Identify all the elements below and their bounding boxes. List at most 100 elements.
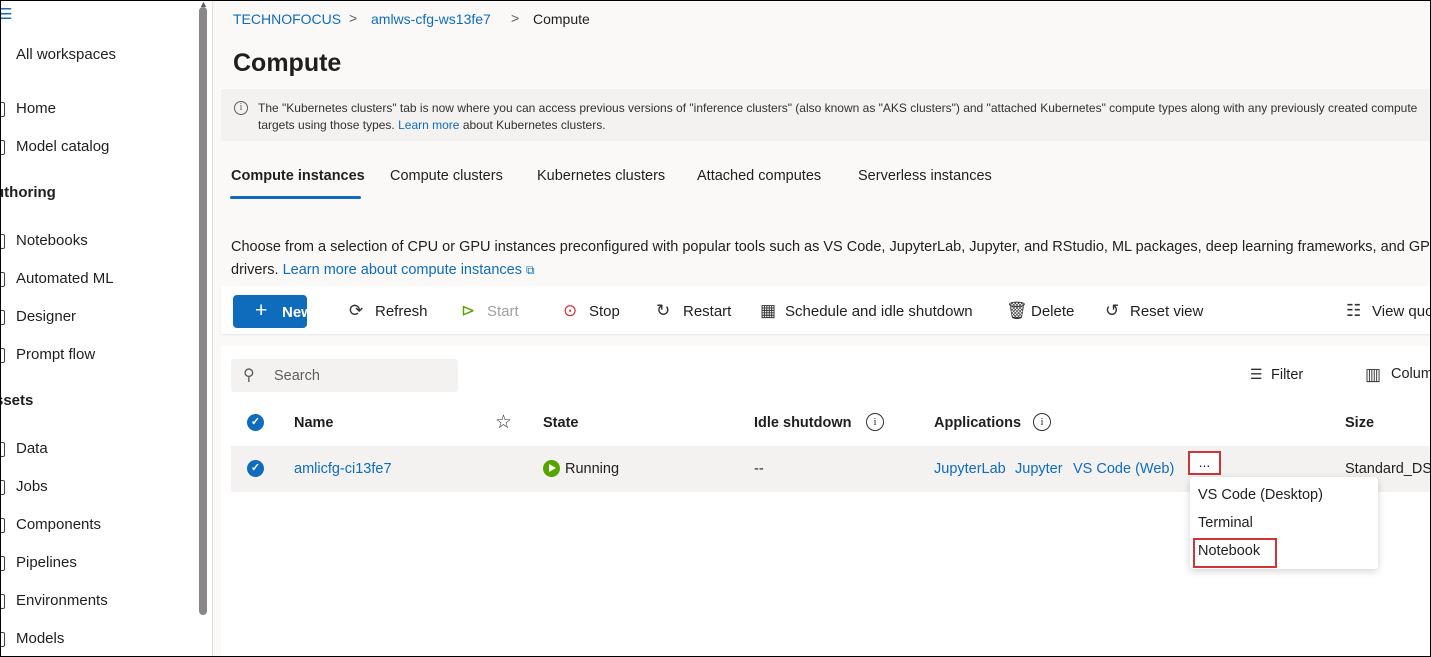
star-icon[interactable]: ☆: [495, 411, 512, 434]
sidebar-item-components[interactable]: Components: [16, 516, 101, 533]
command-bar: + New ⟳ Refresh ⊳ Start ⊙ Stop ↻ Restart…: [221, 286, 1430, 334]
sidebar-item-data[interactable]: Data: [16, 440, 48, 457]
breadcrumb-org[interactable]: TECHNOFOCUS: [233, 11, 341, 27]
idle-shutdown-info-icon[interactable]: i: [866, 413, 884, 431]
filter-icon: ☰: [1250, 366, 1263, 382]
new-button[interactable]: + New: [233, 295, 313, 328]
start-button[interactable]: Start: [487, 303, 519, 320]
tab-compute-clusters[interactable]: Compute clusters: [390, 168, 503, 184]
notebooks-icon: [1, 234, 5, 249]
restart-button[interactable]: Restart: [683, 303, 731, 320]
tab-attached-computes[interactable]: Attached computes: [697, 168, 821, 184]
left-nav: ☰ All workspaces Home Model catalog utho…: [0, 1, 213, 656]
column-header-applications[interactable]: Applications: [934, 415, 1021, 431]
learn-more-link[interactable]: Learn more: [398, 118, 459, 132]
sidebar-section-assets: ssets: [1, 392, 34, 409]
notebook-highlight-box: [1193, 538, 1277, 568]
delete-icon: 🗑: [1006, 301, 1028, 320]
app-link-jupyter[interactable]: Jupyter: [1015, 461, 1063, 477]
compute-size: Standard_DS3: [1345, 461, 1431, 477]
restart-icon: ↻: [656, 301, 671, 320]
breadcrumb-chevron-icon: >: [511, 10, 520, 26]
select-all-checkbox[interactable]: ✓: [247, 414, 264, 431]
column-header-size[interactable]: Size: [1345, 415, 1374, 431]
column-header-state[interactable]: State: [543, 415, 578, 431]
compute-instances-grid: ⚲ Search ☰ Filter ▥ Colum ✓ Name ☆ State…: [221, 346, 1431, 656]
menu-item-vscode-desktop[interactable]: VS Code (Desktop): [1198, 487, 1323, 503]
menu-item-terminal[interactable]: Terminal: [1198, 515, 1253, 531]
sidebar-item-jobs[interactable]: Jobs: [16, 478, 48, 495]
sidebar-item-pipelines[interactable]: Pipelines: [16, 554, 77, 571]
row-checkbox[interactable]: ✓: [247, 460, 264, 477]
sidebar-item-automated-ml[interactable]: Automated ML: [16, 270, 114, 287]
schedule-idle-shutdown-button[interactable]: Schedule and idle shutdown: [785, 303, 973, 320]
breadcrumb-chevron-icon: >: [349, 10, 358, 26]
sidebar-item-environments[interactable]: Environments: [16, 592, 108, 609]
app-link-jupyterlab[interactable]: JupyterLab: [934, 461, 1006, 477]
automated-ml-icon: [1, 272, 5, 287]
sidebar-item-home[interactable]: Home: [16, 100, 56, 117]
compute-name-link[interactable]: amlicfg-ci13fe7: [294, 461, 392, 477]
info-icon: i: [234, 101, 248, 115]
external-link-icon[interactable]: ⧉: [526, 263, 535, 277]
breadcrumb-workspace[interactable]: amlws-cfg-ws13fe7: [371, 11, 491, 27]
column-header-idle-shutdown[interactable]: Idle shutdown: [754, 415, 851, 431]
app-window: ☰ All workspaces Home Model catalog utho…: [0, 0, 1431, 657]
refresh-button[interactable]: Refresh: [375, 303, 428, 320]
info-message-bar: i The "Kubernetes clusters" tab is now w…: [221, 89, 1430, 141]
applications-dropdown-menu: VS Code (Desktop) Terminal Notebook: [1190, 477, 1378, 569]
stop-button[interactable]: Stop: [589, 303, 620, 320]
sidebar-item-model-catalog[interactable]: Model catalog: [16, 138, 109, 155]
sidebar-all-workspaces[interactable]: All workspaces: [16, 46, 116, 63]
tab-serverless-instances[interactable]: Serverless instances: [858, 168, 992, 184]
view-quota-button[interactable]: View quo: [1372, 303, 1430, 320]
sidebar-item-designer[interactable]: Designer: [16, 308, 76, 325]
designer-icon: [1, 310, 5, 325]
filter-button[interactable]: Filter: [1271, 367, 1303, 383]
hamburger-icon[interactable]: ☰: [1, 5, 12, 23]
refresh-icon: ⟳: [349, 301, 364, 320]
tab-kubernetes-clusters[interactable]: Kubernetes clusters: [537, 168, 665, 184]
home-icon: [1, 102, 5, 117]
plus-icon: +: [255, 299, 268, 322]
models-icon: [1, 632, 5, 647]
compute-state: Running: [565, 461, 620, 477]
page-title: Compute: [233, 49, 342, 77]
sidebar-item-prompt-flow[interactable]: Prompt flow: [16, 346, 95, 363]
reset-view-button[interactable]: Reset view: [1130, 303, 1203, 320]
components-icon: [1, 518, 5, 533]
prompt-flow-icon: [1, 348, 5, 363]
column-header-name[interactable]: Name: [294, 415, 334, 431]
search-box[interactable]: ⚲ Search: [231, 359, 458, 392]
sidebar-item-models[interactable]: Models: [16, 630, 64, 647]
info-message-text: The "Kubernetes clusters" tab is now whe…: [258, 100, 1428, 134]
info-text-tail: about Kubernetes clusters.: [462, 118, 606, 132]
stop-icon: ⊙: [563, 301, 578, 320]
sidebar-scrollbar[interactable]: [199, 7, 207, 615]
app-link-vscode-web[interactable]: VS Code (Web): [1073, 461, 1174, 477]
sidebar-item-notebooks[interactable]: Notebooks: [16, 232, 88, 249]
search-icon: ⚲: [243, 367, 255, 384]
running-status-icon: [543, 460, 560, 477]
tab-compute-instances[interactable]: Compute instances: [231, 168, 365, 184]
data-icon: [1, 442, 5, 457]
idle-shutdown-value: --: [754, 461, 764, 477]
calendar-clock-icon: ▦: [760, 301, 777, 320]
new-button-label: New: [282, 304, 313, 321]
columns-button[interactable]: Colum: [1391, 366, 1430, 382]
sidebar-section-authoring: uthoring: [0, 184, 56, 201]
columns-icon: ▥: [1365, 365, 1382, 384]
jobs-icon: [1, 480, 5, 495]
model-catalog-icon: [1, 140, 5, 155]
environments-icon: [1, 594, 5, 609]
pipelines-icon: [1, 556, 5, 571]
active-tab-indicator: [230, 196, 361, 199]
compute-instances-docs-link[interactable]: Learn more about compute instances: [283, 262, 522, 278]
more-apps-button[interactable]: ...: [1188, 451, 1221, 475]
delete-button[interactable]: Delete: [1031, 303, 1074, 320]
reset-view-icon: ↺: [1105, 301, 1120, 320]
breadcrumb-current: Compute: [533, 11, 590, 27]
search-input[interactable]: Search: [274, 368, 320, 384]
main-content: TECHNOFOCUS > amlws-cfg-ws13fe7 > Comput…: [213, 1, 1431, 656]
applications-info-icon[interactable]: i: [1033, 413, 1051, 431]
